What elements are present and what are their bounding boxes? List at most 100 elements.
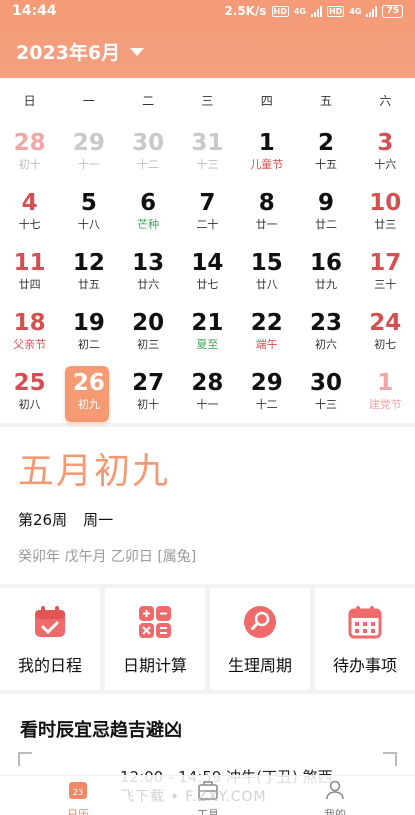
day-number: 5: [80, 190, 97, 216]
calendar-day[interactable]: 27 初十: [119, 364, 178, 424]
calendar-day[interactable]: 15 廿八: [237, 244, 296, 304]
lunar-day-label: 十五: [314, 158, 337, 171]
calendar-day[interactable]: 8 廿一: [237, 184, 296, 244]
tool-cycle[interactable]: 生理周期: [210, 588, 310, 690]
lunar-day-label: 初三: [137, 338, 160, 351]
calendar-day[interactable]: 25 初八: [0, 364, 59, 424]
calendar-day[interactable]: 2 十五: [296, 124, 355, 184]
lunar-day-label: 廿八: [255, 278, 278, 291]
lunar-day-label: 廿一: [255, 218, 278, 231]
calendar-day[interactable]: 13 廿六: [119, 244, 178, 304]
day-number: 2: [317, 130, 334, 156]
day-number: 4: [21, 190, 38, 216]
calendar-day[interactable]: 21 夏至: [178, 304, 237, 364]
calendar-day[interactable]: 10 廿三: [356, 184, 415, 244]
weekday-header: 日一二三四五六: [0, 78, 415, 122]
lunar-day-label: 十二: [255, 398, 278, 411]
calendar-day[interactable]: 30 十二: [119, 124, 178, 184]
calendar-day[interactable]: 29 十一: [59, 124, 118, 184]
day-number: 11: [13, 250, 46, 276]
calendar-day[interactable]: 5 十八: [59, 184, 118, 244]
calendar-day[interactable]: 28 十一: [178, 364, 237, 424]
calendar-day[interactable]: 29 十二: [237, 364, 296, 424]
calculator-icon: [139, 606, 171, 638]
nav-label: 日历: [67, 808, 89, 815]
lunar-day-label: 初六: [314, 338, 337, 351]
calendar-day[interactable]: 1 建党节: [356, 364, 415, 424]
calendar-day[interactable]: 20 初三: [119, 304, 178, 364]
nav-me[interactable]: 我的: [305, 780, 365, 815]
weekday-label: 一: [82, 93, 95, 108]
calendar-day-selected[interactable]: 26 初九: [59, 364, 118, 424]
status-indicators: 2.5K/s HD 4G HD 4G 75: [224, 4, 403, 18]
lunar-day-label: 十二: [137, 158, 160, 171]
lunar-day-label: 三十: [374, 278, 397, 291]
tool-label: 生理周期: [227, 656, 292, 675]
tool-my-schedule[interactable]: 我的日程: [0, 588, 100, 690]
day-number: 30: [132, 130, 165, 156]
weekday-label: 四: [260, 93, 273, 108]
calendar-icon-day: 23: [73, 788, 83, 797]
status-time: 14:44: [12, 3, 57, 19]
todo-calendar-icon: [348, 606, 382, 639]
day-number: 6: [140, 190, 157, 216]
calendar-day[interactable]: 6 芒种: [119, 184, 178, 244]
lunar-day-label: 廿九: [314, 278, 337, 291]
day-number: 1: [377, 370, 394, 396]
calendar-day[interactable]: 16 廿九: [296, 244, 355, 304]
week-number: 第26周: [18, 511, 68, 529]
calendar-day[interactable]: 3 十六: [356, 124, 415, 184]
day-number: 15: [250, 250, 283, 276]
hd-badge-2: HD: [326, 5, 345, 17]
calendar-day[interactable]: 31 十三: [178, 124, 237, 184]
calendar-day[interactable]: 12 廿五: [59, 244, 118, 304]
calendar-day[interactable]: 11 廿四: [0, 244, 59, 304]
day-number: 16: [309, 250, 342, 276]
frame-corner: [18, 752, 32, 766]
calendar-day[interactable]: 24 初七: [356, 304, 415, 364]
day-number: 23: [309, 310, 342, 336]
network-speed: 2.5K/s: [224, 4, 267, 18]
day-number: 12: [72, 250, 105, 276]
schedule-calendar-icon: [35, 606, 65, 637]
month-title: 2023年6月: [16, 42, 121, 64]
day-number: 31: [191, 130, 224, 156]
calendar-day[interactable]: 18 父亲节: [0, 304, 59, 364]
network-type-2: 4G: [349, 6, 362, 16]
calendar-day[interactable]: 4 十七: [0, 184, 59, 244]
tool-label: 待办事项: [332, 656, 397, 675]
weekday-label: 三: [201, 93, 214, 108]
calendar-day[interactable]: 1 儿童节: [237, 124, 296, 184]
calendar-day[interactable]: 28 初十: [0, 124, 59, 184]
tool-date-calc[interactable]: 日期计算: [105, 588, 205, 690]
network-type-1: 4G: [293, 6, 306, 16]
lunar-day-label: 廿五: [77, 278, 100, 291]
festival-label: 儿童节: [250, 158, 284, 171]
tool-todo[interactable]: 待办事项: [315, 588, 415, 690]
weekday-label: 日: [23, 93, 36, 108]
calendar-day[interactable]: 23 初六: [296, 304, 355, 364]
day-number: 30: [309, 370, 342, 396]
calendar-day[interactable]: 7 二十: [178, 184, 237, 244]
chevron-down-icon: [130, 47, 145, 56]
lunar-day-label: 初十: [18, 158, 41, 171]
lunar-date: 五月初九: [18, 451, 171, 492]
calendar-day[interactable]: 14 廿七: [178, 244, 237, 304]
month-selector[interactable]: 2023年6月: [16, 38, 145, 65]
nav-calendar[interactable]: 23 日历: [48, 780, 108, 815]
calendar-day[interactable]: 22 端午: [237, 304, 296, 364]
calendar-day[interactable]: 9 廿二: [296, 184, 355, 244]
calendar-week-row: 18 父亲节 19 初二 20 初三 21 夏至 22 端午 23 初六 24 初七: [0, 304, 415, 364]
calendar-day[interactable]: 30 十三: [296, 364, 355, 424]
user-icon: [326, 780, 344, 800]
lunar-day-label: 十六: [374, 158, 397, 171]
day-number: 21: [191, 310, 224, 336]
festival-label: 父亲节: [13, 338, 47, 351]
calendar-week-row: 11 廿四 12 廿五 13 廿六 14 廿七 15 廿八 16 廿九 17 三十: [0, 244, 415, 304]
calendar-day[interactable]: 17 三十: [356, 244, 415, 304]
almanac-title: 看时辰宜忌趋吉避凶: [20, 720, 182, 741]
weekday-label: 五: [319, 93, 332, 108]
day-number: 3: [377, 130, 394, 156]
battery-icon: 75: [382, 4, 403, 18]
calendar-day[interactable]: 19 初二: [59, 304, 118, 364]
